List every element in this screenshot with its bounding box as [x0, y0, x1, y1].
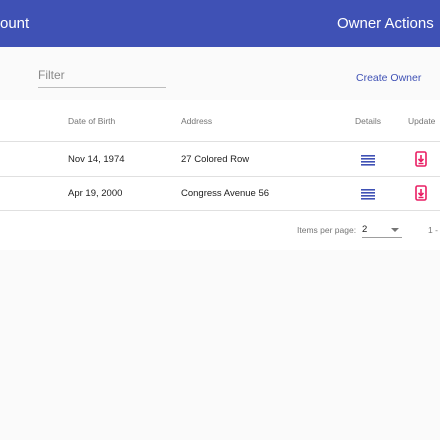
filter-input[interactable] [38, 66, 166, 84]
list-icon[interactable] [361, 153, 375, 166]
toolbar-title-right: Owner Actions [337, 15, 434, 32]
cell-date-of-birth: Nov 14, 1974 [68, 154, 125, 165]
column-header-address[interactable]: Address [181, 116, 212, 126]
app-toolbar: ount Owner Actions [0, 0, 440, 47]
table-header-row: Date of Birth Address Details Update [0, 100, 440, 142]
page-range-label: 1 - [428, 225, 438, 235]
cell-address: 27 Colored Row [181, 154, 250, 165]
update-icon[interactable] [414, 151, 428, 167]
create-owner-link[interactable]: Create Owner [356, 72, 421, 84]
column-header-update: Update [408, 116, 436, 126]
chevron-down-icon [391, 228, 399, 232]
cell-date-of-birth: Apr 19, 2000 [68, 188, 123, 199]
table-row: Apr 19, 2000 Congress Avenue 56 [0, 176, 440, 211]
cell-address: Congress Avenue 56 [181, 188, 270, 199]
table-row: Nov 14, 1974 27 Colored Row [0, 142, 440, 177]
paginator: Items per page: 2 1 - [0, 210, 440, 250]
list-icon[interactable] [361, 187, 375, 200]
page-size-select[interactable]: 2 [362, 221, 402, 238]
update-icon[interactable] [414, 185, 428, 201]
items-per-page-label: Items per page: [297, 225, 357, 235]
toolbar-title-left: ount [0, 15, 30, 32]
filter-field [38, 66, 166, 88]
column-header-date-of-birth[interactable]: Date of Birth [68, 116, 115, 126]
column-header-details: Details [355, 116, 381, 126]
page-size-value: 2 [362, 224, 368, 235]
